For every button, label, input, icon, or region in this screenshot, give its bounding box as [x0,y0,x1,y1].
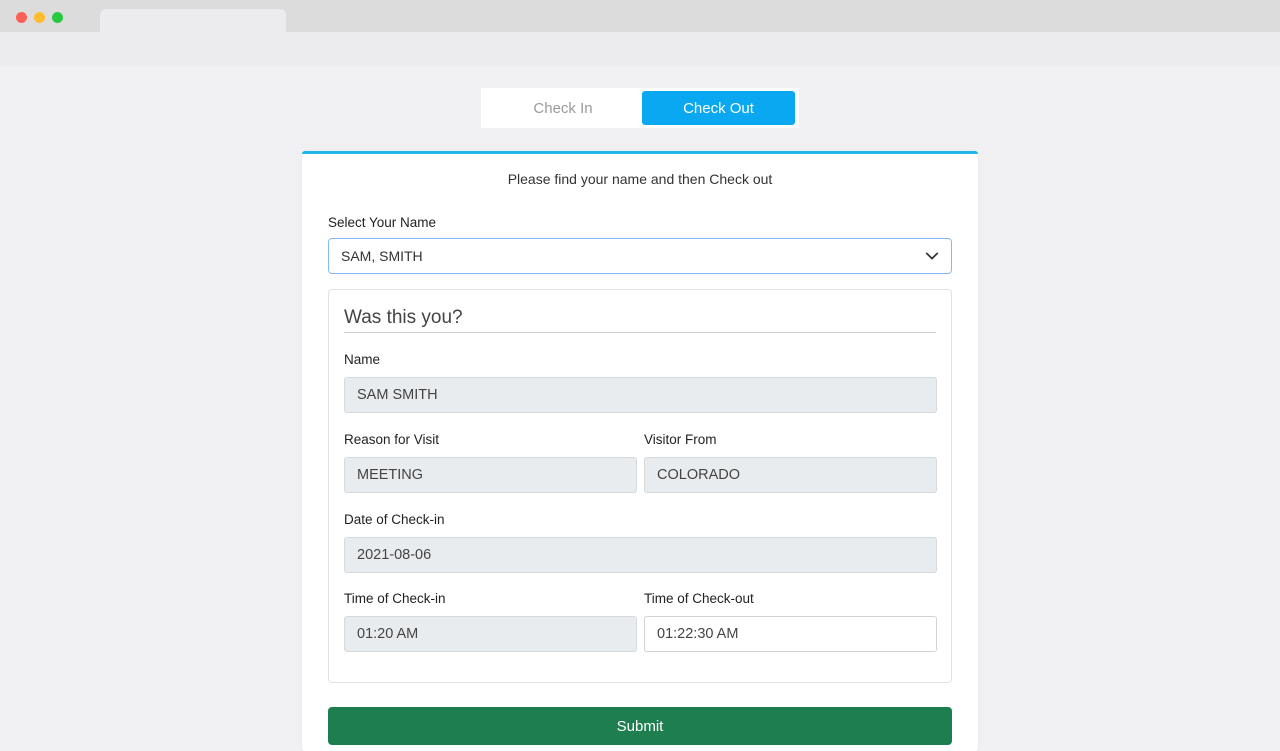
checkin-date-label: Date of Check-in [344,512,445,527]
name-select-value: SAM, SMITH [341,248,423,264]
chevron-down-icon [925,252,939,260]
visitor-from-value: COLORADO [657,467,740,483]
window-controls [16,12,63,23]
minimize-window-button[interactable] [34,12,45,23]
checkin-time-value: 01:20 AM [357,626,419,642]
reason-value: MEETING [357,467,424,483]
panel-title: Was this you? [344,307,463,328]
checkout-time-label: Time of Check-out [644,591,754,606]
browser-chrome [0,0,1280,66]
tab-check-out[interactable]: Check Out [642,91,795,125]
checkin-checkout-toggle: Check In Check Out [481,88,799,128]
submit-button[interactable]: Submit [328,707,952,745]
browser-tab[interactable] [100,9,286,32]
name-field: SAM SMITH [344,377,937,413]
reason-field: MEETING [344,457,637,493]
visitor-details-panel: Was this you? Name SAM SMITH Reason for … [328,289,952,683]
select-name-label: Select Your Name [328,215,437,230]
browser-tabstrip [0,0,1280,32]
checkout-card: Please find your name and then Check out… [302,151,978,751]
visitor-from-label: Visitor From [644,432,717,447]
instruction-text: Please find your name and then Check out [507,171,773,187]
maximize-window-button[interactable] [52,12,63,23]
name-select[interactable]: SAM, SMITH [328,238,952,274]
checkin-time-field: 01:20 AM [344,616,637,652]
close-window-button[interactable] [16,12,27,23]
name-label: Name [344,352,381,367]
checkin-date-field: 2021-08-06 [344,537,937,573]
checkin-date-value: 2021-08-06 [357,547,432,563]
reason-label: Reason for Visit [344,432,440,447]
tab-check-in[interactable]: Check In [484,91,642,125]
checkout-time-field[interactable]: 01:22:30 AM [644,616,937,652]
visitor-from-field: COLORADO [644,457,937,493]
name-value: SAM SMITH [357,387,438,403]
checkin-time-label: Time of Check-in [344,591,446,606]
divider [344,332,936,333]
checkout-time-value: 01:22:30 AM [657,626,739,642]
